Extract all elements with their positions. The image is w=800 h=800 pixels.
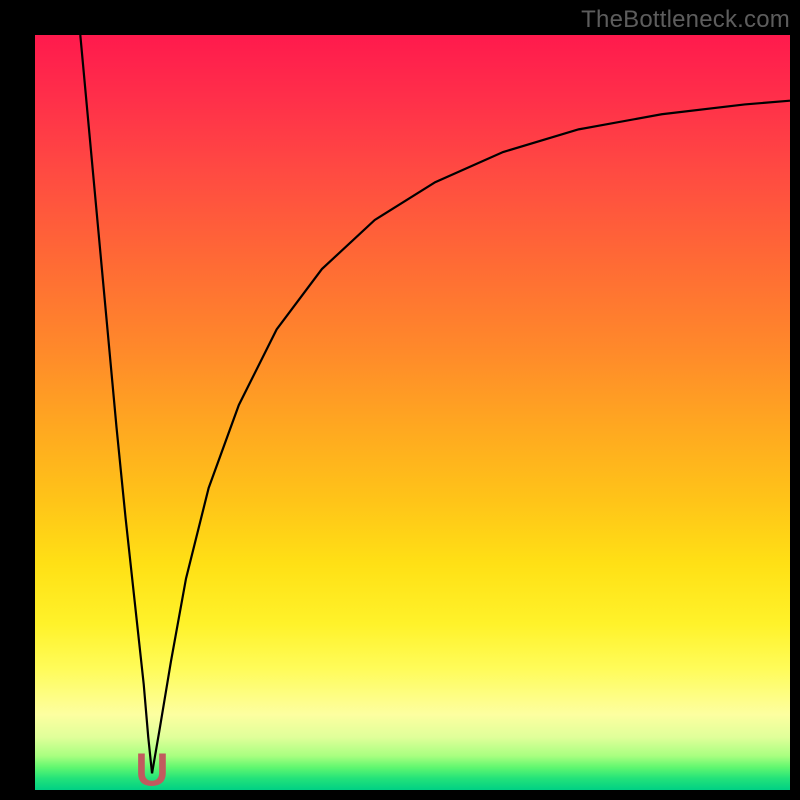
curve-right-branch bbox=[152, 101, 790, 774]
watermark-text: TheBottleneck.com bbox=[581, 6, 790, 34]
chart-frame: U TheBottleneck.com bbox=[0, 0, 800, 800]
curve-left-branch bbox=[80, 35, 152, 773]
bottleneck-curve bbox=[35, 35, 790, 790]
minimum-marker: U bbox=[135, 747, 168, 790]
plot-area: U bbox=[35, 35, 790, 790]
